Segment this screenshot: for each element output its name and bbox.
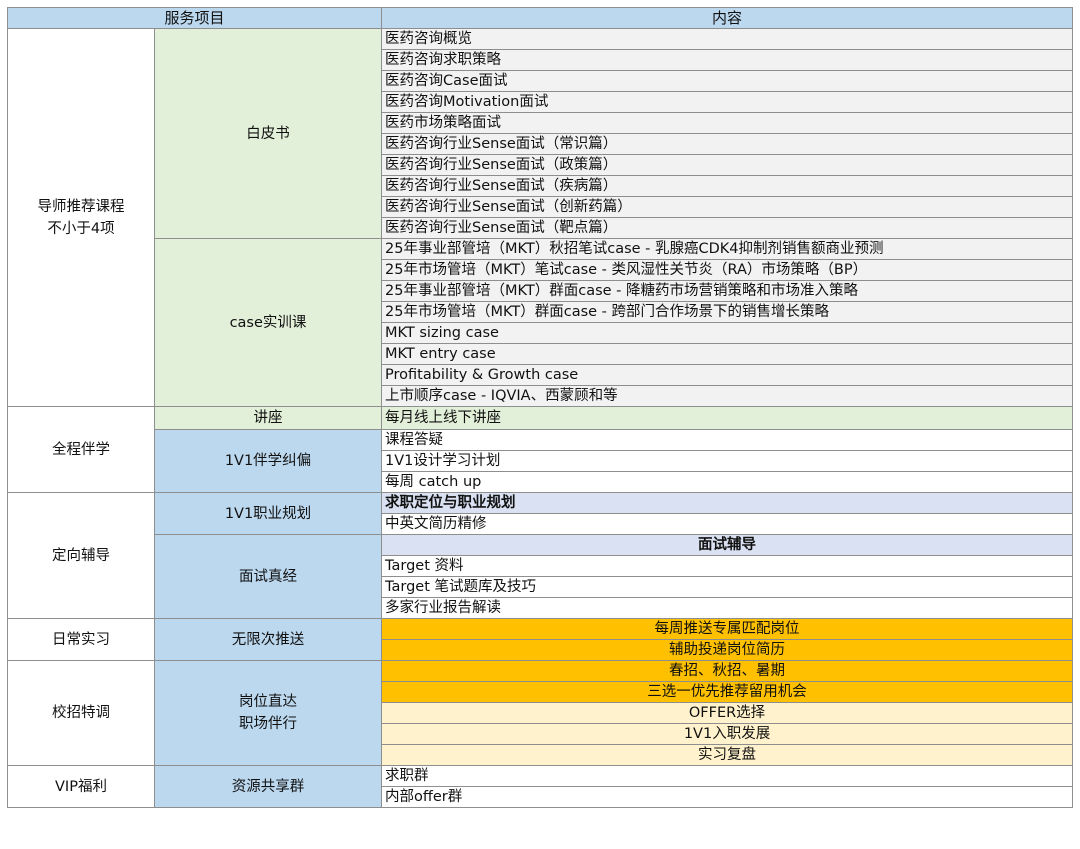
service-table: 服务项目 内容 导师推荐课程 不小于4项 白皮书 医药咨询概览 医药咨询求职策略… <box>6 7 1074 808</box>
content-item: 中英文简历精修 <box>381 513 1074 535</box>
service-table-sheet: 服务项目 内容 导师推荐课程 不小于4项 白皮书 医药咨询概览 医药咨询求职策略… <box>6 7 1074 843</box>
content-item: 25年市场管培（MKT）群面case - 跨部门合作场景下的销售增长策略 <box>381 301 1074 323</box>
content-item: 每周推送专属匹配岗位 <box>381 618 1074 640</box>
content-item: 课程答疑 <box>381 429 1074 451</box>
content-item: 求职群 <box>381 765 1074 787</box>
header-row: 服务项目 内容 <box>6 7 1074 29</box>
category-mentor-courses: 导师推荐课程 不小于4项 <box>7 28 155 407</box>
content-item: 医药咨询行业Sense面试（靶点篇） <box>381 217 1074 239</box>
content-item: 三选一优先推荐留用机会 <box>381 681 1074 703</box>
content-item: 求职定位与职业规划 <box>381 492 1074 514</box>
content-item: Profitability & Growth case <box>381 364 1074 386</box>
category-directed-coaching: 定向辅导 <box>7 492 155 619</box>
subgroup-label: 岗位直达 职场伴行 <box>239 694 297 732</box>
category-vip-benefits: VIP福利 <box>7 765 155 808</box>
subgroup-resource-group: 资源共享群 <box>153 765 383 808</box>
subgroup-case-training: case实训课 <box>153 238 383 407</box>
content-item: 内部offer群 <box>381 786 1074 808</box>
subgroup-job-direct: 岗位直达 职场伴行 <box>153 660 383 766</box>
content-item: 医药咨询Case面试 <box>381 70 1074 92</box>
content-item: 25年事业部管培（MKT）秋招笔试case - 乳腺癌CDK4抑制剂销售额商业预… <box>381 238 1074 260</box>
content-item: 每月线上线下讲座 <box>381 406 1074 430</box>
subgroup-career-planning: 1V1职业规划 <box>153 492 383 535</box>
content-item: MKT sizing case <box>381 322 1074 344</box>
category-label: 导师推荐课程 不小于4项 <box>37 198 125 237</box>
content-item: 多家行业报告解读 <box>381 597 1074 619</box>
subgroup-unlimited-push: 无限次推送 <box>153 618 383 661</box>
content-item: 面试辅导 <box>381 534 1074 556</box>
header-content: 内容 <box>381 7 1074 29</box>
content-item: 25年事业部管培（MKT）群面case - 降糖药市场营销策略和市场准入策略 <box>381 280 1074 302</box>
content-item: Target 资料 <box>381 555 1074 577</box>
content-item: 辅助投递岗位简历 <box>381 639 1074 661</box>
content-item: OFFER选择 <box>381 702 1074 724</box>
content-item: 医药咨询行业Sense面试（政策篇） <box>381 154 1074 176</box>
subgroup-1v1-accompany: 1V1伴学纠偏 <box>153 429 383 493</box>
content-item: 医药市场策略面试 <box>381 112 1074 134</box>
content-item: 25年市场管培（MKT）笔试case - 类风湿性关节炎（RA）市场策略（BP） <box>381 259 1074 281</box>
content-item: 实习复盘 <box>381 744 1074 766</box>
content-item: 1V1入职发展 <box>381 723 1074 745</box>
category-full-accompany: 全程伴学 <box>7 406 155 493</box>
header-service-items: 服务项目 <box>6 7 383 29</box>
content-item: 医药咨询概览 <box>381 28 1074 50</box>
subgroup-interview-guide: 面试真经 <box>153 534 383 619</box>
subgroup-lecture: 讲座 <box>153 406 383 430</box>
content-item: 医药咨询行业Sense面试（创新药篇） <box>381 196 1074 218</box>
category-campus-recruit: 校招特调 <box>7 660 155 766</box>
content-item: 医药咨询行业Sense面试（疾病篇） <box>381 175 1074 197</box>
category-daily-internship: 日常实习 <box>7 618 155 661</box>
content-item: 1V1设计学习计划 <box>381 450 1074 472</box>
subgroup-whitepaper: 白皮书 <box>153 28 383 239</box>
content-item: 医药咨询行业Sense面试（常识篇） <box>381 133 1074 155</box>
content-item: 医药咨询求职策略 <box>381 49 1074 71</box>
content-item: MKT entry case <box>381 343 1074 365</box>
content-item: 春招、秋招、暑期 <box>381 660 1074 682</box>
content-item: 医药咨询Motivation面试 <box>381 91 1074 113</box>
content-item: 每周 catch up <box>381 471 1074 493</box>
content-item: Target 笔试题库及技巧 <box>381 576 1074 598</box>
content-item: 上市顺序case - IQVIA、西蒙顾和等 <box>381 385 1074 407</box>
